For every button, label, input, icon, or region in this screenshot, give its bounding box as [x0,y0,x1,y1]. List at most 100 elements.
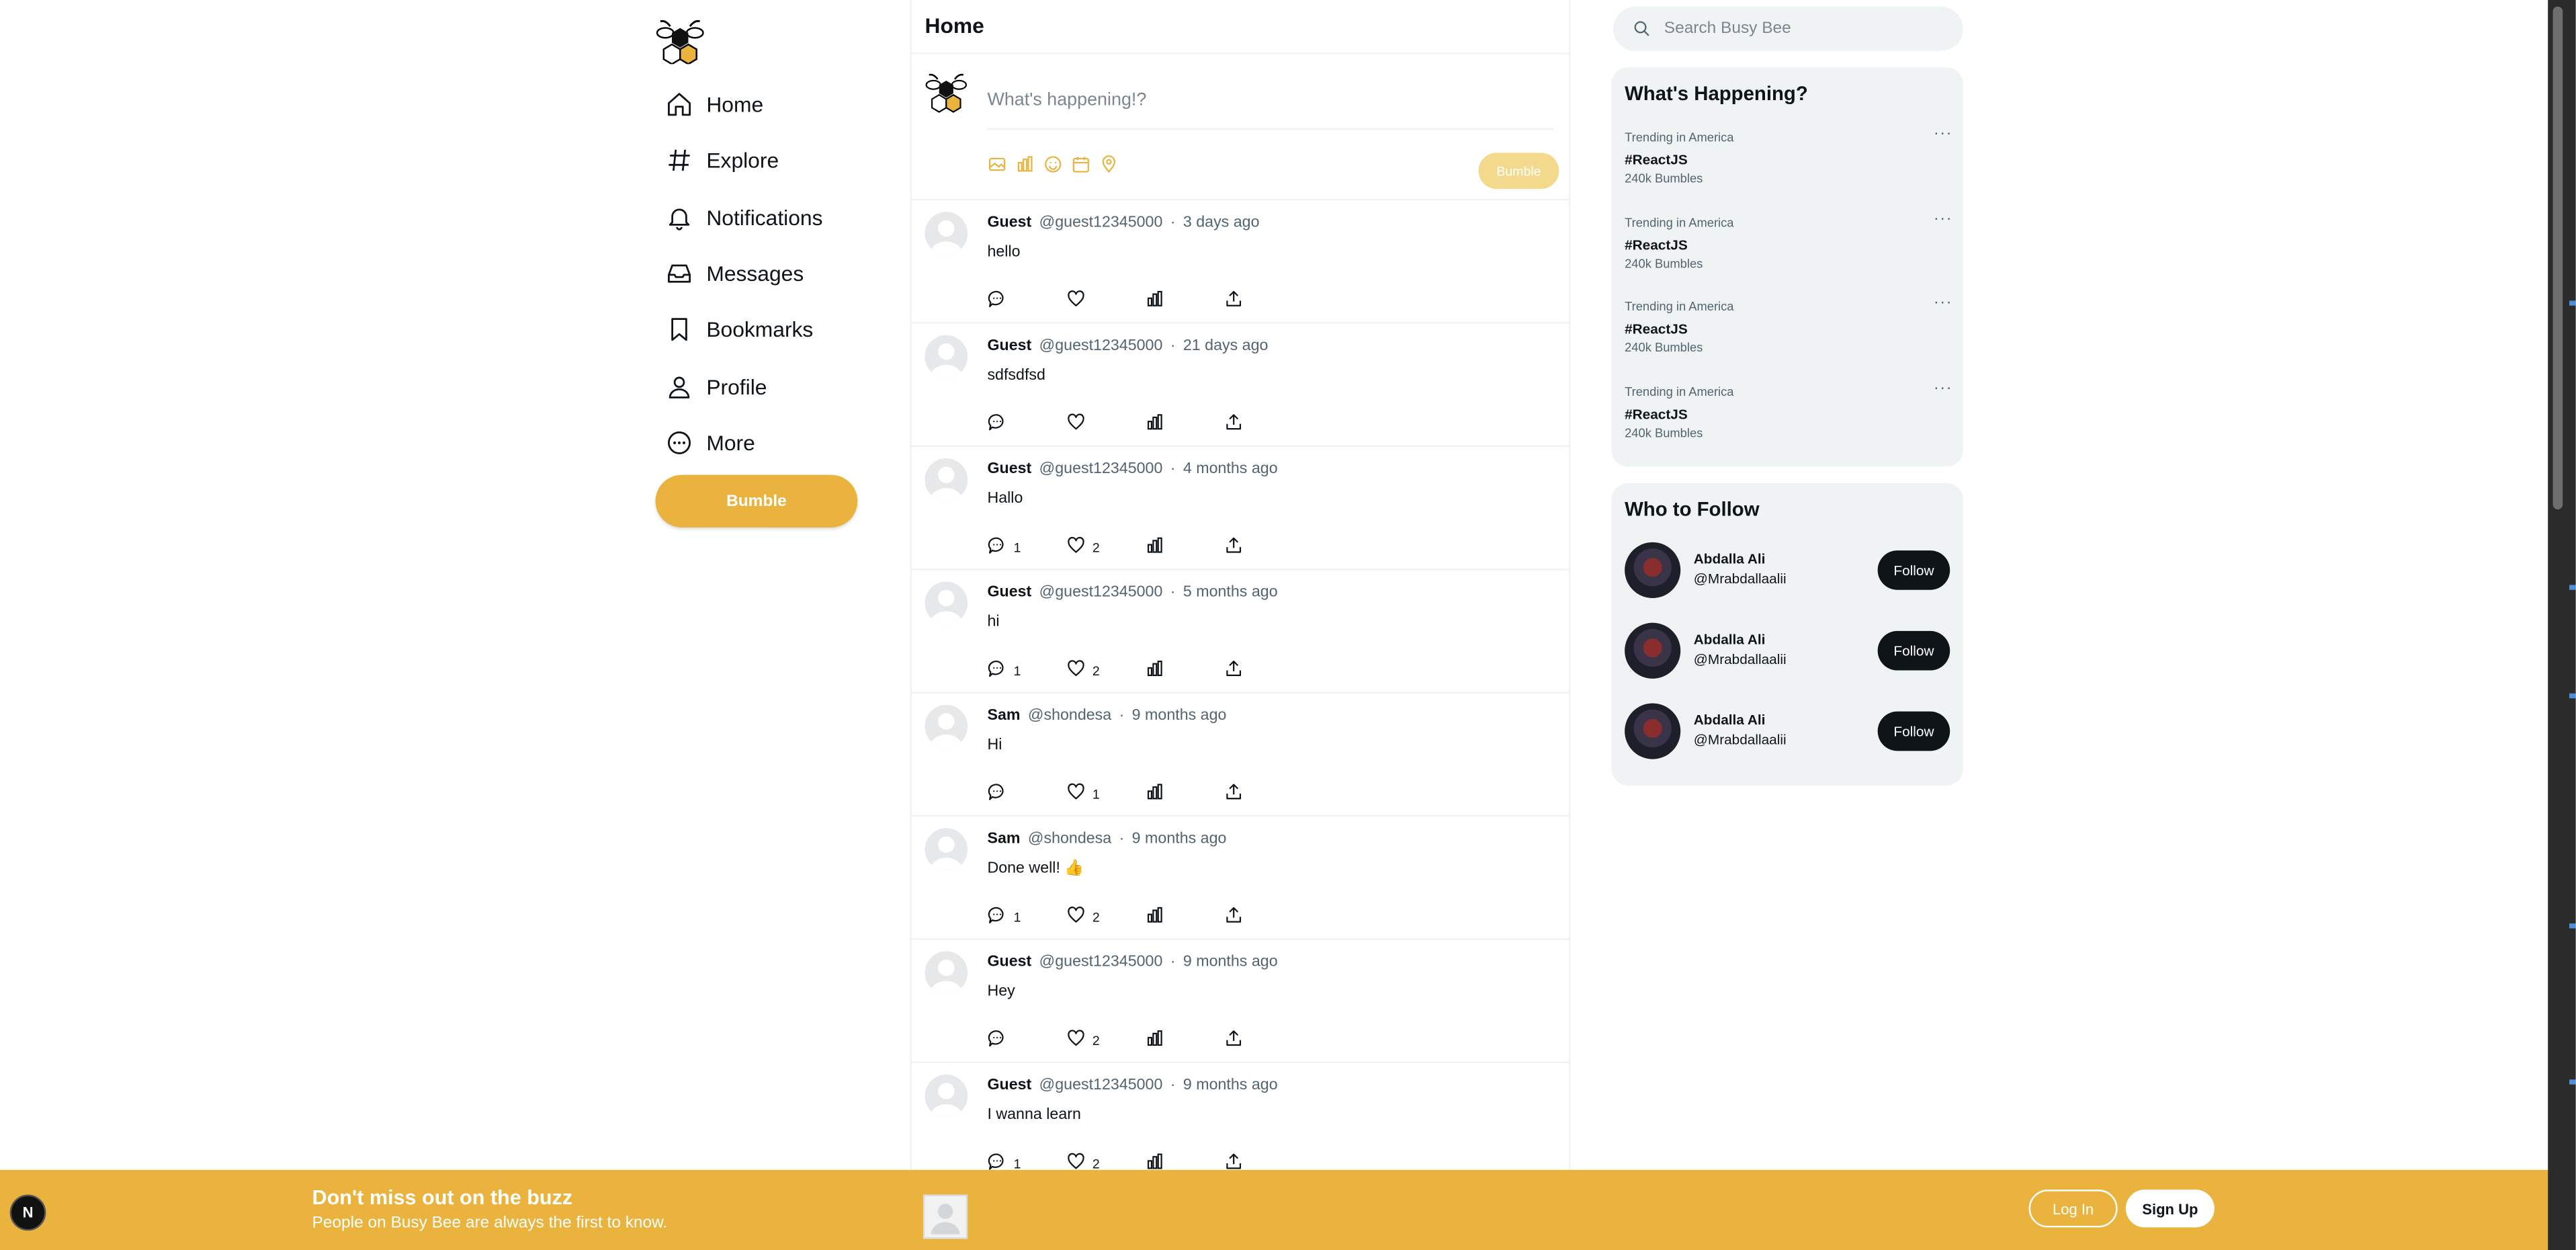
more-options-icon[interactable]: ··· [1934,125,1952,143]
avatar[interactable] [1625,542,1681,598]
emoji-icon[interactable] [1043,153,1063,173]
login-button[interactable]: Log In [2028,1190,2118,1228]
share-button[interactable] [1224,659,1244,681]
signup-button[interactable]: Sign Up [2125,1190,2215,1228]
calendar-icon[interactable] [1071,153,1090,173]
share-button[interactable] [1224,782,1244,805]
post-author-handle[interactable]: @guest12345000 [1039,337,1163,355]
post-author-name[interactable]: Guest [987,337,1031,355]
stats-button[interactable] [1145,905,1164,928]
feed-post[interactable]: Guest @guest12345000 · 9 months ago I wa… [911,1063,1569,1187]
feed-post[interactable]: Guest @guest12345000 · 4 months ago Hall… [911,447,1569,571]
search-input[interactable] [1664,15,1944,43]
nextjs-dev-badge[interactable]: N [9,1194,46,1231]
sidebar-item-bookmarks[interactable]: Bookmarks [665,309,813,349]
trending-item[interactable]: Trending in America #ReactJS 240k Bumble… [1625,379,1952,456]
avatar[interactable] [1625,703,1681,759]
avatar[interactable] [925,581,968,625]
sidebar-item-messages[interactable]: Messages [665,253,804,293]
like-button[interactable]: 2 [1066,1029,1100,1052]
reply-button[interactable]: 1 [987,659,1021,681]
avatar[interactable] [925,458,968,501]
post-author-name[interactable]: Guest [987,214,1031,232]
post-author-handle[interactable]: @shondesa [1028,706,1111,724]
stats-button[interactable] [1145,1029,1164,1052]
like-button[interactable]: 2 [1066,536,1100,558]
post-author-name[interactable]: Guest [987,953,1031,971]
post-author-name[interactable]: Sam [987,706,1020,724]
like-button[interactable]: 2 [1066,905,1100,928]
avatar[interactable] [925,828,968,871]
follow-name[interactable]: Abdalla Ali [1694,631,1766,647]
location-icon[interactable] [1099,153,1119,173]
avatar[interactable] [925,951,968,995]
poll-icon[interactable] [1015,153,1035,172]
follow-name[interactable]: Abdalla Ali [1694,712,1766,728]
follow-button[interactable]: Follow [1877,630,1950,671]
share-button[interactable] [1224,1029,1244,1052]
feed-post[interactable]: Sam @shondesa · 9 months ago Hi 1 [911,694,1569,817]
follow-button[interactable]: Follow [1877,550,1950,590]
feed-post[interactable]: Guest @guest12345000 · 3 days ago hello [911,200,1569,324]
post-author-name[interactable]: Sam [987,830,1020,848]
feed-post[interactable]: Guest @guest12345000 · 9 months ago Hey … [911,940,1569,1063]
compose-input[interactable] [987,71,1554,130]
trending-item[interactable]: Trending in America #ReactJS 240k Bumble… [1625,125,1952,202]
like-button[interactable] [1066,289,1092,312]
avatar[interactable] [1625,622,1681,679]
avatar[interactable] [925,335,968,378]
sidebar-item-explore[interactable]: Explore [665,140,779,179]
share-button[interactable] [1224,413,1244,435]
stats-button[interactable] [1145,289,1164,312]
follow-button[interactable]: Follow [1877,711,1950,751]
image-icon[interactable] [987,153,1006,172]
post-author-handle[interactable]: @guest12345000 [1039,214,1163,232]
compose-submit-button[interactable]: Bumble [1478,153,1559,190]
follow-name[interactable]: Abdalla Ali [1694,550,1766,567]
reply-button[interactable] [987,782,1013,805]
post-author-name[interactable]: Guest [987,1076,1031,1094]
sidebar-item-home[interactable]: Home [665,84,763,124]
post-author-name[interactable]: Guest [987,583,1031,601]
post-author-handle[interactable]: @shondesa [1028,830,1111,848]
stats-button[interactable] [1145,782,1164,805]
trending-item[interactable]: Trending in America #ReactJS 240k Bumble… [1625,210,1952,287]
reply-button[interactable] [987,289,1013,312]
busy-bee-logo[interactable] [656,18,705,65]
sidebar-item-more[interactable]: More [665,422,755,462]
share-button[interactable] [1224,289,1244,312]
more-options-icon[interactable]: ··· [1934,294,1952,312]
feed-post[interactable]: Sam @shondesa · 9 months ago Done well! … [911,817,1569,940]
share-icon [1224,905,1244,928]
reply-button[interactable] [987,1029,1013,1052]
reply-button[interactable]: 1 [987,536,1021,558]
more-options-icon[interactable]: ··· [1934,379,1952,397]
post-author-handle[interactable]: @guest12345000 [1039,583,1163,601]
reply-button[interactable] [987,413,1013,435]
share-button[interactable] [1224,536,1244,558]
stats-button[interactable] [1145,413,1164,435]
like-button[interactable]: 1 [1066,782,1100,805]
more-options-icon[interactable]: ··· [1934,210,1952,228]
avatar[interactable] [925,704,968,748]
avatar[interactable] [925,212,968,255]
trending-item[interactable]: Trending in America #ReactJS 240k Bumble… [1625,294,1952,372]
sidebar-item-profile[interactable]: Profile [665,366,767,406]
feed-post[interactable]: Guest @guest12345000 · 21 days ago sdfsd… [911,324,1569,448]
like-button[interactable] [1066,413,1092,435]
post-author-handle[interactable]: @guest12345000 [1039,460,1163,478]
sidebar-item-notifications[interactable]: Notifications [665,197,822,237]
post-author-handle[interactable]: @guest12345000 [1039,1076,1163,1094]
like-button[interactable]: 2 [1066,659,1100,681]
avatar[interactable] [925,1075,968,1118]
bumble-button[interactable]: Bumble [655,474,858,528]
post-author-handle[interactable]: @guest12345000 [1039,953,1163,971]
search-bar[interactable] [1613,6,1963,51]
post-author-name[interactable]: Guest [987,460,1031,478]
scrollbar-thumb[interactable] [2552,6,2563,509]
reply-button[interactable]: 1 [987,905,1021,928]
feed-post[interactable]: Guest @guest12345000 · 5 months ago hi 1… [911,570,1569,694]
stats-button[interactable] [1145,659,1164,681]
stats-button[interactable] [1145,536,1164,558]
share-button[interactable] [1224,905,1244,928]
